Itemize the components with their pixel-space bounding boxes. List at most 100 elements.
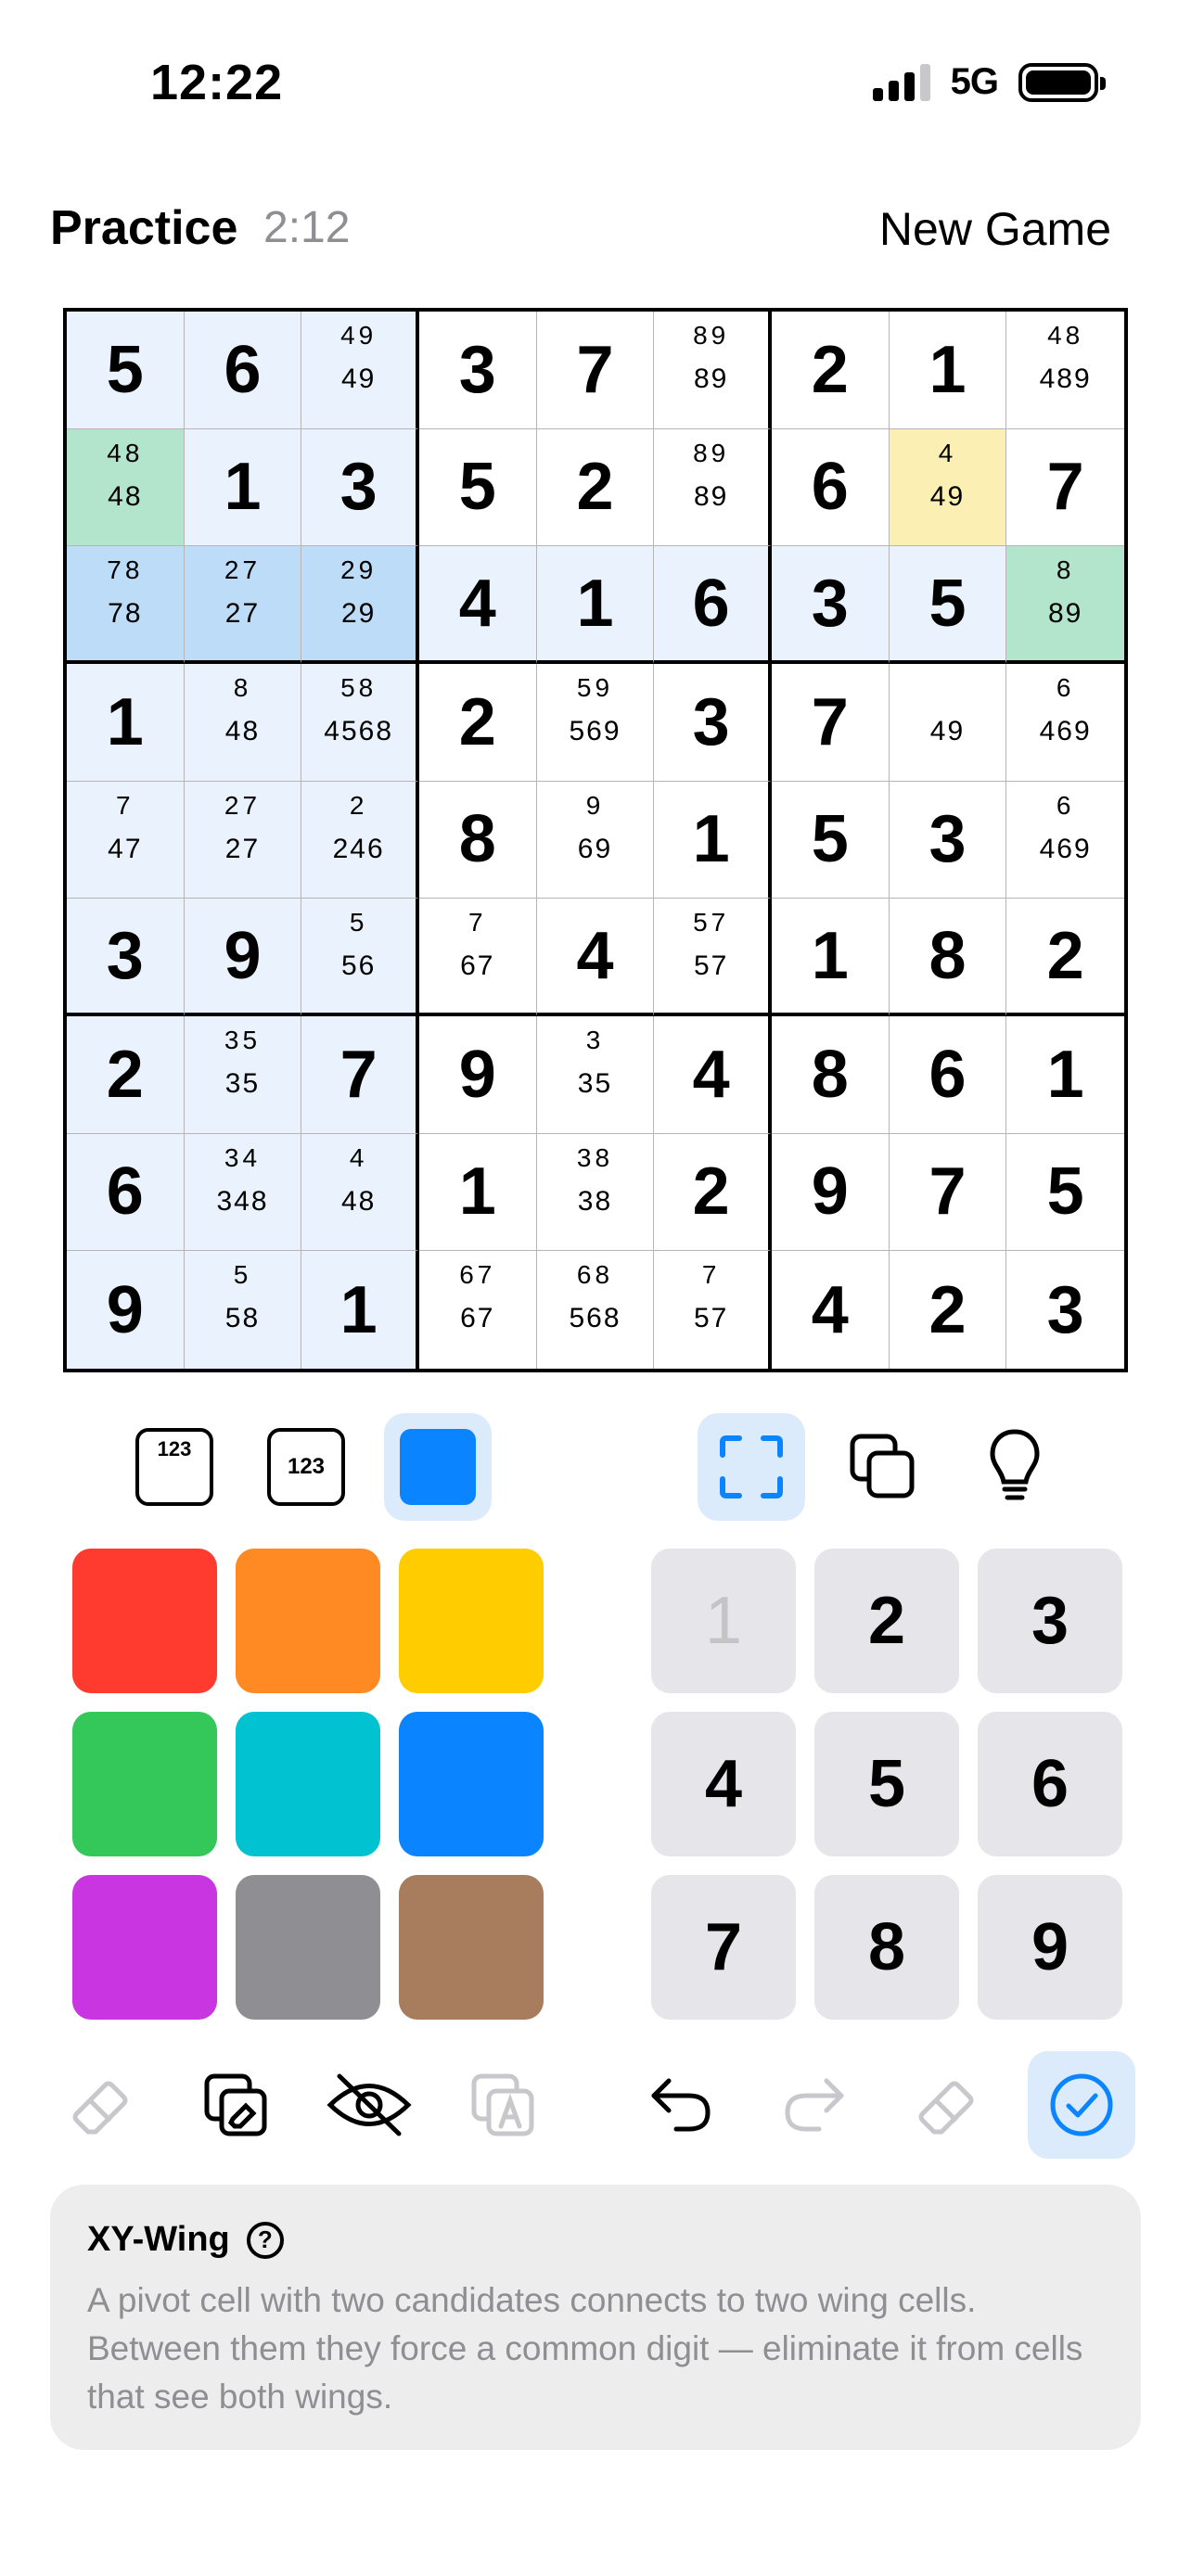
sudoku-cell[interactable]: 9 69 — [536, 781, 655, 899]
sudoku-cell[interactable]: 78 78 — [67, 546, 185, 664]
sudoku-cell[interactable]: 3 — [67, 899, 185, 1016]
number-key-2[interactable]: 2 — [814, 1549, 959, 1693]
number-key-9[interactable]: 9 — [978, 1875, 1122, 2020]
sudoku-cell[interactable]: 2 — [67, 1015, 185, 1134]
sudoku-cell[interactable]: 1 — [889, 312, 1007, 429]
sudoku-cell[interactable]: 68 568 — [537, 1251, 655, 1369]
sudoku-cell[interactable]: 5 — [418, 428, 537, 547]
sudoku-cell[interactable]: 7 — [771, 663, 890, 782]
sudoku-cell[interactable]: 27 27 — [184, 781, 302, 899]
sudoku-cell[interactable]: 6 — [184, 312, 302, 429]
erase-colors-button[interactable] — [48, 2051, 156, 2159]
color-swatch-green[interactable] — [72, 1712, 217, 1856]
sudoku-cell[interactable]: 7 — [1006, 429, 1124, 547]
sudoku-cell[interactable]: 48 48 — [67, 428, 185, 547]
number-key-4[interactable]: 4 — [651, 1712, 796, 1856]
sudoku-cell[interactable]: 1 — [536, 546, 655, 664]
sudoku-cell[interactable]: 5 56 — [301, 899, 419, 1016]
sudoku-cell[interactable]: 2 — [654, 1133, 772, 1252]
sudoku-cell[interactable]: 3 — [889, 781, 1007, 899]
sudoku-cell[interactable]: 9 — [184, 899, 302, 1016]
sudoku-cell[interactable]: 1 — [654, 781, 772, 899]
color-swatch-blue[interactable] — [399, 1712, 544, 1856]
sudoku-cell[interactable]: 34 348 — [184, 1133, 302, 1252]
sudoku-cell[interactable]: 2 — [1006, 899, 1124, 1016]
color-mode-button[interactable] — [384, 1413, 492, 1521]
sudoku-cell[interactable]: 7 — [536, 312, 655, 429]
sudoku-cell[interactable]: 4 48 — [301, 1133, 419, 1252]
check-button[interactable] — [1028, 2051, 1135, 2159]
sudoku-cell[interactable]: 2 — [771, 312, 890, 429]
sudoku-cell[interactable]: 6 469 — [1006, 664, 1124, 782]
color-swatch-red[interactable] — [72, 1549, 217, 1693]
undo-button[interactable] — [627, 2051, 735, 2159]
center-notes-mode-button[interactable]: 123 — [252, 1413, 360, 1521]
sudoku-cell[interactable]: 5 — [771, 781, 890, 899]
color-swatch-gray[interactable] — [236, 1875, 380, 2020]
sudoku-cell[interactable]: 7 67 — [418, 899, 537, 1016]
select-mode-button[interactable] — [698, 1413, 805, 1521]
color-swatch-purple[interactable] — [72, 1875, 217, 2020]
sudoku-cell[interactable]: 48 489 — [1006, 312, 1124, 429]
sudoku-cell[interactable]: 1 — [184, 428, 302, 547]
sudoku-cell[interactable]: 7 — [301, 1015, 419, 1134]
sudoku-cell[interactable]: 8 48 — [184, 663, 302, 782]
sudoku-cell[interactable]: 1 — [1006, 1016, 1124, 1134]
sudoku-cell[interactable]: 2 246 — [301, 781, 419, 899]
number-key-7[interactable]: 7 — [651, 1875, 796, 2020]
multi-select-button[interactable] — [829, 1413, 937, 1521]
sudoku-cell[interactable]: 6 — [67, 1133, 185, 1252]
redo-button[interactable] — [761, 2051, 868, 2159]
sudoku-cell[interactable]: 5 — [67, 312, 185, 429]
sudoku-cell[interactable]: 2 — [536, 428, 655, 547]
sudoku-cell[interactable]: 89 89 — [654, 428, 772, 547]
sudoku-cell[interactable]: 8 — [771, 1015, 890, 1134]
auto-notes-button[interactable] — [449, 2051, 557, 2159]
sudoku-cell[interactable]: 1 — [771, 899, 890, 1016]
sudoku-cell[interactable]: 9 — [67, 1251, 185, 1369]
color-swatch-teal[interactable] — [236, 1712, 380, 1856]
number-key-6[interactable]: 6 — [978, 1712, 1122, 1856]
erase-cell-button[interactable] — [894, 2051, 1002, 2159]
number-key-3[interactable]: 3 — [978, 1549, 1122, 1693]
sudoku-cell[interactable]: 3 — [654, 663, 772, 782]
sudoku-cell[interactable]: 3 — [1006, 1251, 1124, 1369]
corner-notes-mode-button[interactable]: 123 — [121, 1413, 228, 1521]
sudoku-cell[interactable]: 4 — [654, 1015, 772, 1134]
sudoku-cell[interactable]: 4 — [536, 899, 655, 1016]
sudoku-cell[interactable]: 3 — [418, 312, 537, 429]
color-swatch-brown[interactable] — [399, 1875, 544, 2020]
sudoku-cell[interactable]: 57 57 — [654, 899, 772, 1016]
sudoku-cell[interactable]: 3 35 — [536, 1015, 655, 1134]
number-key-1[interactable]: 1 — [651, 1549, 796, 1693]
sudoku-cell[interactable]: 58 4568 — [301, 663, 419, 782]
sudoku-cell[interactable]: 5 58 — [184, 1251, 302, 1369]
sudoku-cell[interactable]: 1 — [67, 663, 185, 782]
sudoku-cell[interactable]: 7 57 — [654, 1251, 772, 1369]
sudoku-cell[interactable]: 6 — [889, 1015, 1007, 1134]
sudoku-cell[interactable]: 2 — [890, 1251, 1007, 1369]
toggle-visibility-button[interactable] — [315, 2051, 423, 2159]
sudoku-cell[interactable]: 4 49 — [889, 428, 1007, 547]
sudoku-cell[interactable]: 67 67 — [419, 1251, 537, 1369]
sudoku-cell[interactable]: 5 — [1006, 1134, 1124, 1252]
sudoku-cell[interactable]: 7 — [889, 1133, 1007, 1252]
color-swatch-orange[interactable] — [236, 1549, 380, 1693]
sudoku-cell[interactable]: 2 — [418, 663, 537, 782]
number-key-8[interactable]: 8 — [814, 1875, 959, 2020]
sudoku-cell[interactable]: 29 29 — [301, 546, 419, 664]
sudoku-cell[interactable]: 9 — [771, 1133, 890, 1252]
sudoku-cell[interactable]: 6 469 — [1006, 782, 1124, 899]
sudoku-cell[interactable]: 49 49 — [301, 312, 419, 429]
help-icon[interactable]: ? — [246, 2221, 284, 2259]
sudoku-cell[interactable]: 38 38 — [536, 1133, 655, 1252]
sudoku-cell[interactable]: 4 — [772, 1251, 890, 1369]
sudoku-cell[interactable]: 4 — [418, 546, 537, 664]
number-key-5[interactable]: 5 — [814, 1712, 959, 1856]
sudoku-cell[interactable]: 8 — [418, 781, 537, 899]
sudoku-cell[interactable]: 8 89 — [1006, 546, 1124, 664]
sudoku-cell[interactable]: 59 569 — [536, 663, 655, 782]
sudoku-cell[interactable]: 5 — [889, 546, 1007, 664]
sudoku-cell[interactable]: 1 — [301, 1251, 419, 1369]
sudoku-cell[interactable]: 8 — [889, 899, 1007, 1016]
